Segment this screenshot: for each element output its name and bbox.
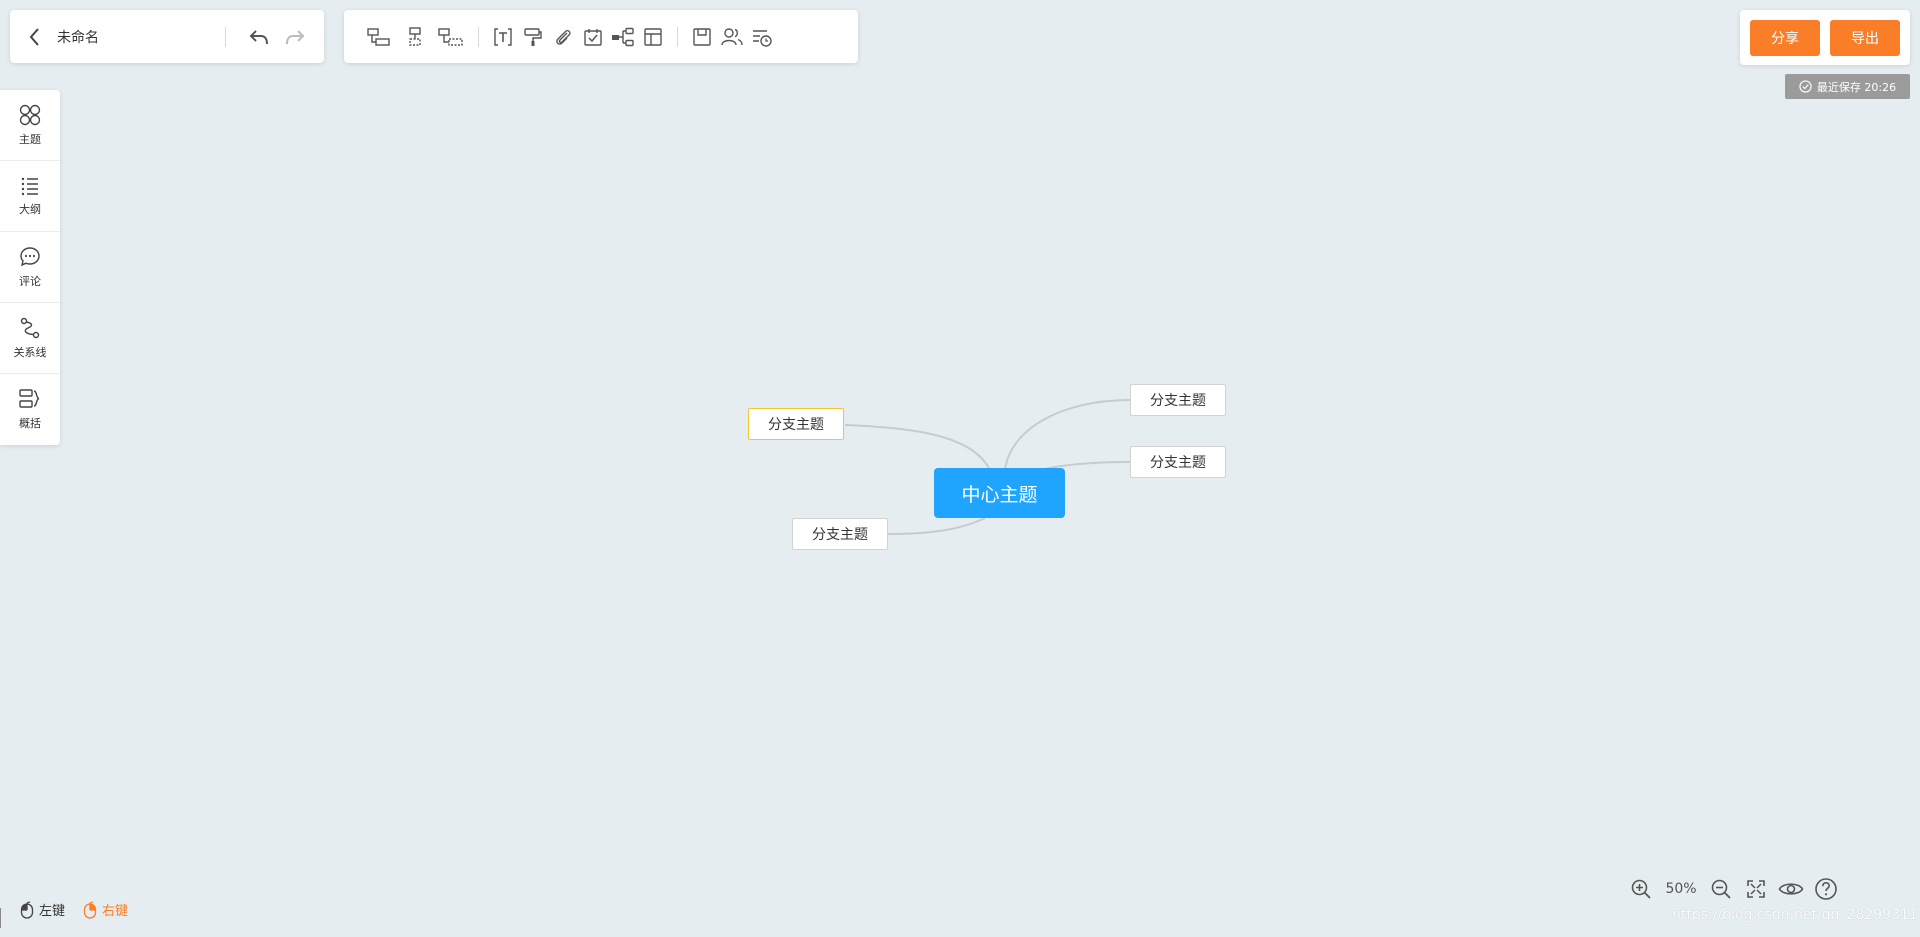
left-click-hint: 左键 (20, 900, 65, 919)
divider (478, 26, 479, 47)
undo-button[interactable] (247, 25, 271, 49)
left-click-label: 左键 (39, 904, 66, 919)
help-icon (1815, 878, 1837, 900)
save-status-text: 最近保存 20:26 (1816, 80, 1897, 94)
action-panel: 分享 导出 (1740, 10, 1910, 65)
redo-icon (286, 29, 305, 44)
insert-sibling-topic-icon (409, 26, 421, 46)
connector-left-lower (887, 517, 986, 535)
export-button[interactable]: 导出 (1830, 19, 1900, 56)
task-icon (584, 28, 602, 46)
mouse-right-icon (83, 901, 97, 919)
divider (677, 26, 678, 47)
attachment-button[interactable] (548, 22, 578, 52)
mouse-left-icon (20, 901, 34, 919)
insert-child-topic-icon (367, 27, 390, 46)
save-status-badge: 最近保存 20:26 (1785, 74, 1910, 99)
sidebar-item-summary[interactable]: 概括 (0, 374, 60, 445)
share-button[interactable]: 分享 (1750, 19, 1820, 56)
branch-topic-left-upper[interactable]: 分支主题 (748, 408, 844, 440)
layout-button[interactable] (638, 22, 668, 52)
central-topic[interactable]: 中心主题 (934, 468, 1065, 518)
check-circle-icon (1799, 80, 1812, 93)
back-button[interactable] (24, 26, 46, 48)
connector-right-upper (1004, 399, 1131, 471)
collaborators-button[interactable] (717, 22, 747, 52)
sidebar-item-label: 主题 (19, 132, 41, 146)
relation-line-icon (20, 317, 40, 338)
left-sidebar: 主题 大纲 评论 关系线 概括 (0, 90, 60, 445)
insert-sibling-topic-button[interactable] (397, 22, 433, 52)
text-button[interactable] (488, 22, 518, 52)
outline-icon (21, 177, 38, 195)
zoom-out-icon (1711, 879, 1731, 899)
branch-topic-right-lower[interactable]: 分支主题 (1130, 446, 1226, 478)
redo-button[interactable] (283, 25, 307, 49)
divider (0, 908, 1, 928)
insert-parent-topic-button[interactable] (433, 22, 469, 52)
format-painter-icon (524, 27, 542, 46)
chevron-left-icon (29, 27, 39, 46)
save-button[interactable] (687, 22, 717, 52)
fit-screen-icon (1747, 880, 1765, 898)
right-click-label: 右键 (102, 904, 129, 919)
format-painter-button[interactable] (518, 22, 548, 52)
sidebar-item-outline[interactable]: 大纲 (0, 161, 60, 232)
zoom-in-button[interactable] (1628, 876, 1654, 902)
sidebar-item-label: 概括 (19, 417, 41, 430)
task-button[interactable] (578, 22, 608, 52)
sidebar-item-relation-line[interactable]: 关系线 (0, 303, 60, 374)
title-panel: 未命名 (10, 10, 324, 63)
branch-topic-right-upper[interactable]: 分支主题 (1130, 384, 1226, 416)
branch-topic-left-lower[interactable]: 分支主题 (792, 518, 888, 550)
sidebar-item-comment[interactable]: 评论 (0, 232, 60, 303)
eye-icon (1778, 883, 1804, 895)
right-click-hint: 右键 (83, 900, 128, 919)
sidebar-item-label: 评论 (19, 274, 41, 288)
zoom-out-button[interactable] (1708, 876, 1734, 902)
history-button[interactable] (747, 22, 777, 52)
zoom-in-icon (1631, 879, 1651, 899)
structure-button[interactable] (608, 22, 638, 52)
layout-icon (644, 27, 662, 46)
comment-icon (20, 246, 40, 266)
mindmap-canvas[interactable]: 中心主题 分支主题 分支主题 分支主题 分支主题 (0, 0, 1920, 937)
insert-parent-topic-icon (438, 27, 463, 46)
toolbar (344, 10, 858, 63)
attachment-icon (556, 29, 571, 45)
connector-left-upper (844, 424, 991, 471)
summary-icon (19, 389, 40, 408)
mouse-hint: 左键 右键 (20, 900, 146, 919)
text-icon (494, 27, 512, 46)
sidebar-item-theme[interactable]: 主题 (0, 90, 60, 161)
sidebar-item-label: 关系线 (13, 345, 47, 359)
fit-screen-button[interactable] (1743, 876, 1769, 902)
history-icon (753, 29, 772, 47)
divider (225, 26, 226, 47)
theme-icon (19, 104, 41, 125)
save-icon (693, 27, 711, 46)
structure-icon (612, 27, 634, 46)
collaborators-icon (721, 27, 743, 45)
help-button[interactable] (1813, 876, 1839, 902)
preview-button[interactable] (1778, 876, 1804, 902)
undo-icon (249, 29, 268, 44)
document-title[interactable]: 未命名 (57, 27, 217, 47)
sidebar-item-label: 大纲 (19, 202, 41, 216)
insert-child-topic-button[interactable] (361, 22, 397, 52)
zoom-level: 50% (1665, 881, 1697, 897)
watermark: https://blog.csdn.net/qq_28299311 (1672, 907, 1918, 923)
zoom-controls: 50% (1628, 876, 1839, 902)
